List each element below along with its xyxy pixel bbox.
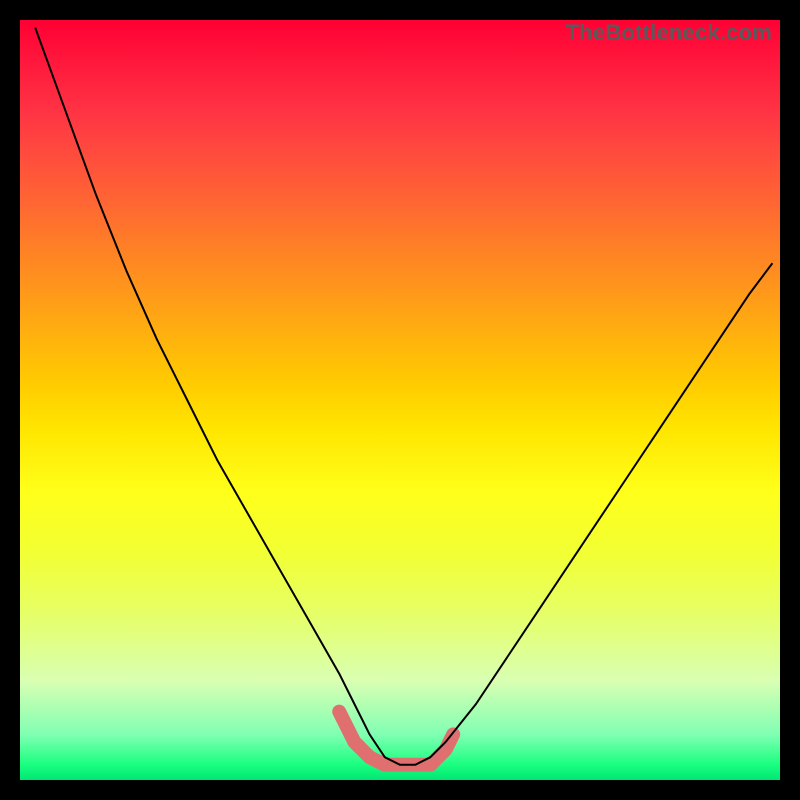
chart-frame: TheBottleneck.com [0, 0, 800, 800]
optimal-zone-highlight [339, 712, 453, 765]
curve-overlay [20, 20, 780, 780]
bottleneck-curve [35, 28, 772, 765]
plot-area: TheBottleneck.com [20, 20, 780, 780]
